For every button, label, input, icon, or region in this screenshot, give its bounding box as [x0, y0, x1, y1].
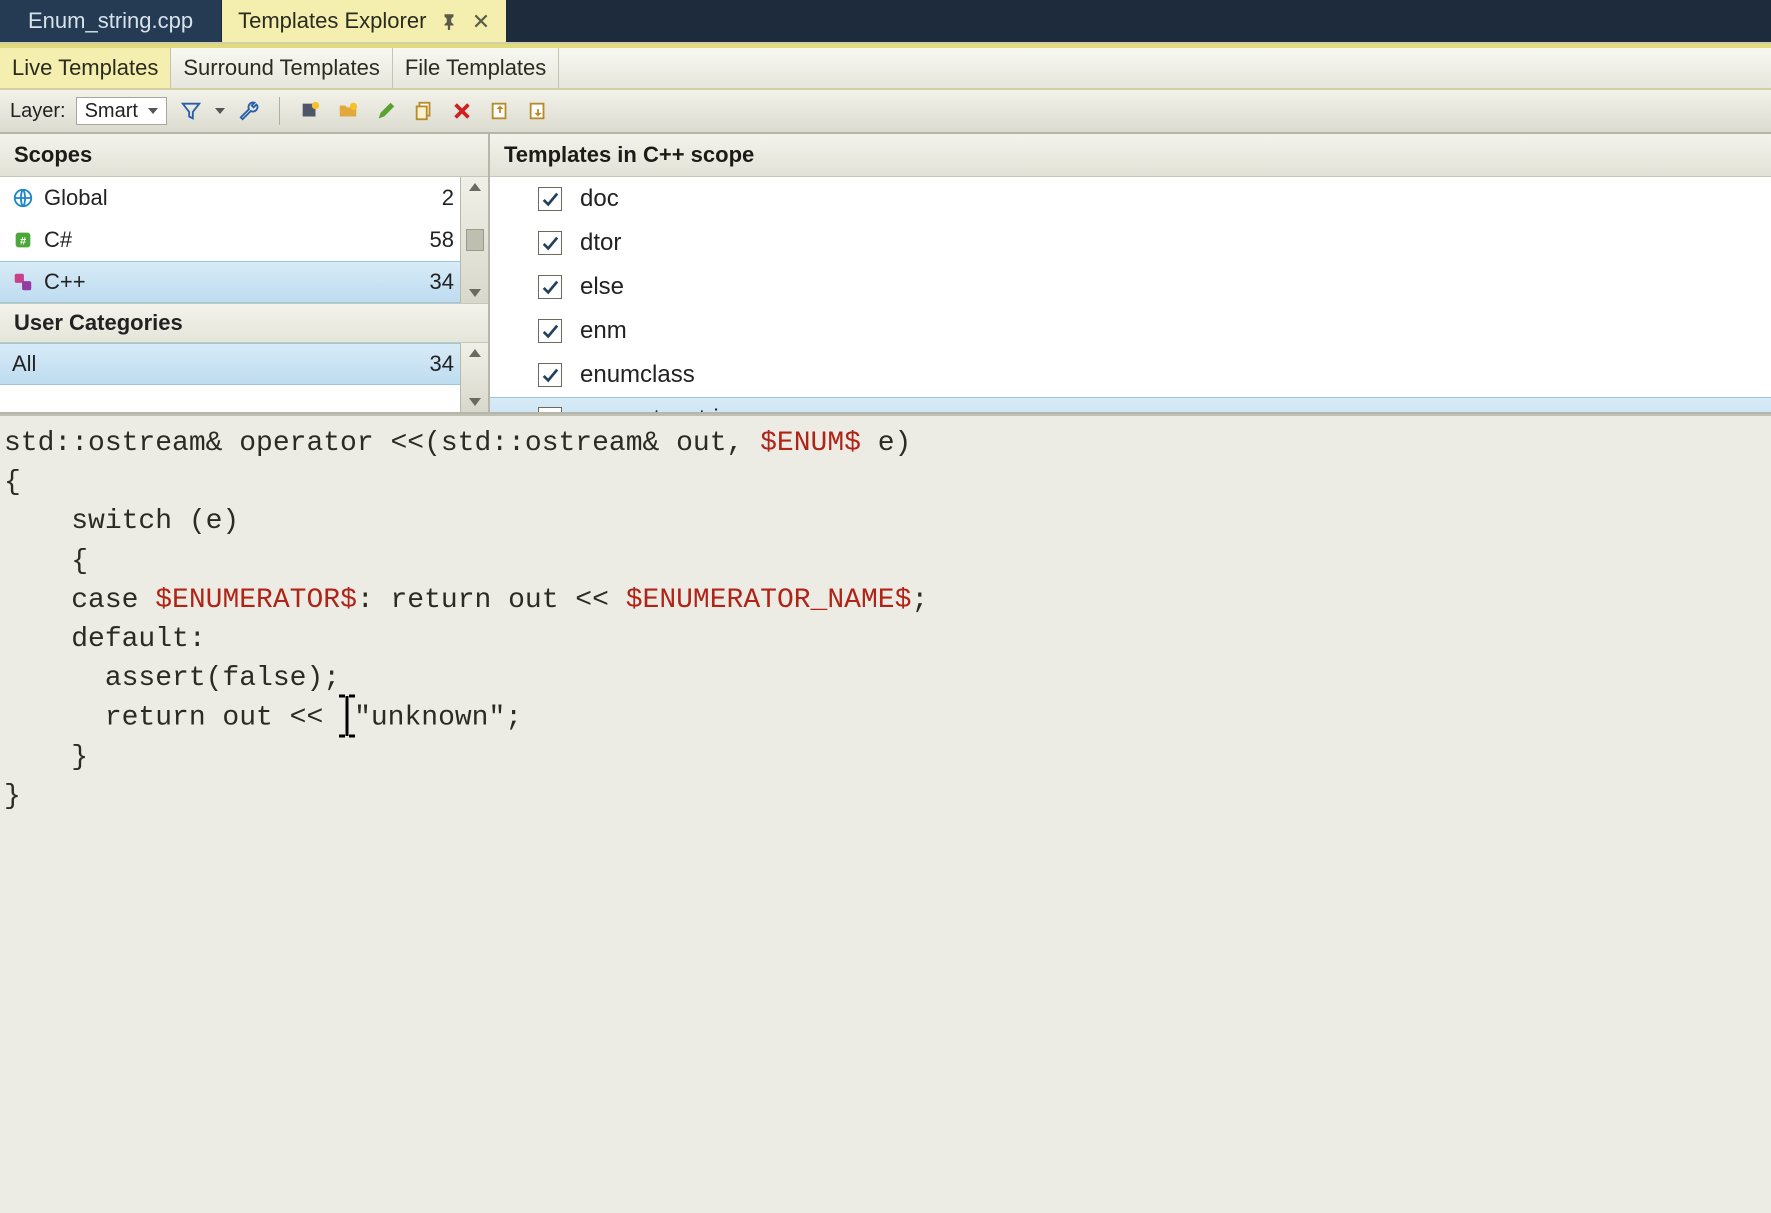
toolbar-separator: [279, 97, 280, 125]
code-text: ;: [911, 585, 928, 616]
checkbox[interactable]: [538, 275, 562, 299]
layer-select[interactable]: Smart: [76, 97, 167, 125]
template-label: else: [580, 273, 624, 301]
scopes-header-label: Scopes: [14, 142, 92, 167]
scopes-scrollbar[interactable]: [460, 177, 488, 303]
user-categories-header: User Categories: [0, 303, 488, 343]
wrench-button[interactable]: [235, 97, 263, 125]
template-item-enum-to-string[interactable]: enum_to_string: [490, 397, 1771, 412]
code-text: assert(false);: [4, 663, 340, 694]
template-item-enumclass[interactable]: enumclass: [490, 353, 1771, 397]
new-template-button[interactable]: [296, 97, 324, 125]
tool-tab-templates-explorer[interactable]: Templates Explorer: [222, 0, 506, 42]
scopes-panel: Scopes Global 2 # C# 58 C++: [0, 134, 490, 412]
delete-button[interactable]: [448, 97, 476, 125]
template-category-tabs: Live Templates Surround Templates File T…: [0, 48, 1771, 90]
checkbox[interactable]: [538, 363, 562, 387]
scope-label: C#: [44, 227, 416, 253]
code-text: }: [4, 781, 21, 812]
svg-text:#: #: [20, 236, 26, 248]
cpp-icon: [12, 271, 34, 293]
new-folder-button[interactable]: [334, 97, 362, 125]
usercat-scrollbar[interactable]: [460, 343, 488, 412]
code-text: switch (e): [4, 506, 239, 537]
checkbox[interactable]: [538, 187, 562, 211]
code-text: e): [861, 428, 911, 459]
code-text: std::ostream& operator <<(std::ostream& …: [4, 428, 760, 459]
template-item-dtor[interactable]: dtor: [490, 221, 1771, 265]
template-item-enm[interactable]: enm: [490, 309, 1771, 353]
scope-item-global[interactable]: Global 2: [0, 177, 488, 219]
csharp-icon: #: [12, 229, 34, 251]
checkbox[interactable]: [538, 319, 562, 343]
tab-file-templates[interactable]: File Templates: [393, 48, 559, 88]
code-text: }: [4, 742, 88, 773]
layer-label: Layer:: [10, 100, 66, 123]
user-categories-list: All 34: [0, 343, 488, 412]
file-tab-enumstring[interactable]: Enum_string.cpp: [0, 0, 222, 42]
tab-label: Live Templates: [12, 55, 158, 81]
template-item-doc[interactable]: doc: [490, 177, 1771, 221]
scroll-down-icon[interactable]: [469, 289, 481, 297]
template-label: enumclass: [580, 361, 695, 389]
file-tab-label: Enum_string.cpp: [28, 8, 193, 34]
template-label: doc: [580, 185, 619, 213]
code-variable: $ENUMERATOR_NAME$: [626, 585, 912, 616]
templates-toolbar: Layer: Smart: [0, 90, 1771, 134]
template-label: enm: [580, 317, 627, 345]
export-button[interactable]: [524, 97, 552, 125]
scopes-list: Global 2 # C# 58 C++ 34: [0, 177, 488, 303]
user-category-item-all[interactable]: All 34: [0, 343, 488, 385]
template-item-else[interactable]: else: [490, 265, 1771, 309]
code-text: default:: [4, 624, 206, 655]
scope-item-csharp[interactable]: # C# 58: [0, 219, 488, 261]
code-text: case: [4, 585, 155, 616]
templates-header-label: Templates in C++ scope: [504, 142, 754, 167]
code-variable: $ENUMERATOR$: [155, 585, 357, 616]
checkbox[interactable]: [538, 231, 562, 255]
user-categories-label: User Categories: [14, 310, 183, 335]
tab-surround-templates[interactable]: Surround Templates: [171, 48, 393, 88]
checkbox[interactable]: [538, 407, 562, 412]
text-cursor-icon: [336, 698, 358, 736]
editor-tabs: Enum_string.cpp Templates Explorer: [0, 0, 1771, 44]
close-icon[interactable]: [472, 12, 490, 30]
templates-header: Templates in C++ scope: [490, 134, 1771, 177]
tab-label: File Templates: [405, 55, 546, 81]
scope-label: C++: [44, 269, 416, 295]
dropdown-arrow-icon[interactable]: [215, 108, 225, 114]
globe-icon: [12, 187, 34, 209]
tool-tab-label: Templates Explorer: [238, 8, 426, 34]
edit-button[interactable]: [372, 97, 400, 125]
scroll-thumb[interactable]: [466, 229, 484, 251]
templates-list: doc dtor else enm enumclass enum_to_stri…: [490, 177, 1771, 412]
filter-button[interactable]: [177, 97, 205, 125]
layer-select-value: Smart: [85, 100, 138, 123]
copy-button[interactable]: [410, 97, 438, 125]
code-string: "unknown";: [354, 703, 522, 734]
panel-container: Scopes Global 2 # C# 58 C++: [0, 134, 1771, 414]
scope-item-cpp[interactable]: C++ 34: [0, 261, 488, 303]
tab-label: Surround Templates: [183, 55, 380, 81]
scopes-header: Scopes: [0, 134, 488, 177]
scope-label: Global: [44, 185, 416, 211]
scroll-up-icon[interactable]: [469, 349, 481, 357]
tab-live-templates[interactable]: Live Templates: [0, 48, 171, 88]
template-label: enum_to_string: [580, 405, 745, 412]
code-text: {: [4, 546, 88, 577]
scroll-up-icon[interactable]: [469, 183, 481, 191]
scroll-down-icon[interactable]: [469, 398, 481, 406]
pin-icon[interactable]: [440, 12, 458, 30]
code-text: : return out <<: [357, 585, 626, 616]
template-label: dtor: [580, 229, 621, 257]
user-category-label: All: [12, 351, 416, 377]
import-button[interactable]: [486, 97, 514, 125]
code-text: {: [4, 467, 21, 498]
template-code-editor[interactable]: std::ostream& operator <<(std::ostream& …: [0, 414, 1771, 1213]
templates-panel: Templates in C++ scope doc dtor else enm…: [490, 134, 1771, 412]
code-variable: $ENUM$: [760, 428, 861, 459]
code-text: return out <<: [4, 703, 340, 734]
